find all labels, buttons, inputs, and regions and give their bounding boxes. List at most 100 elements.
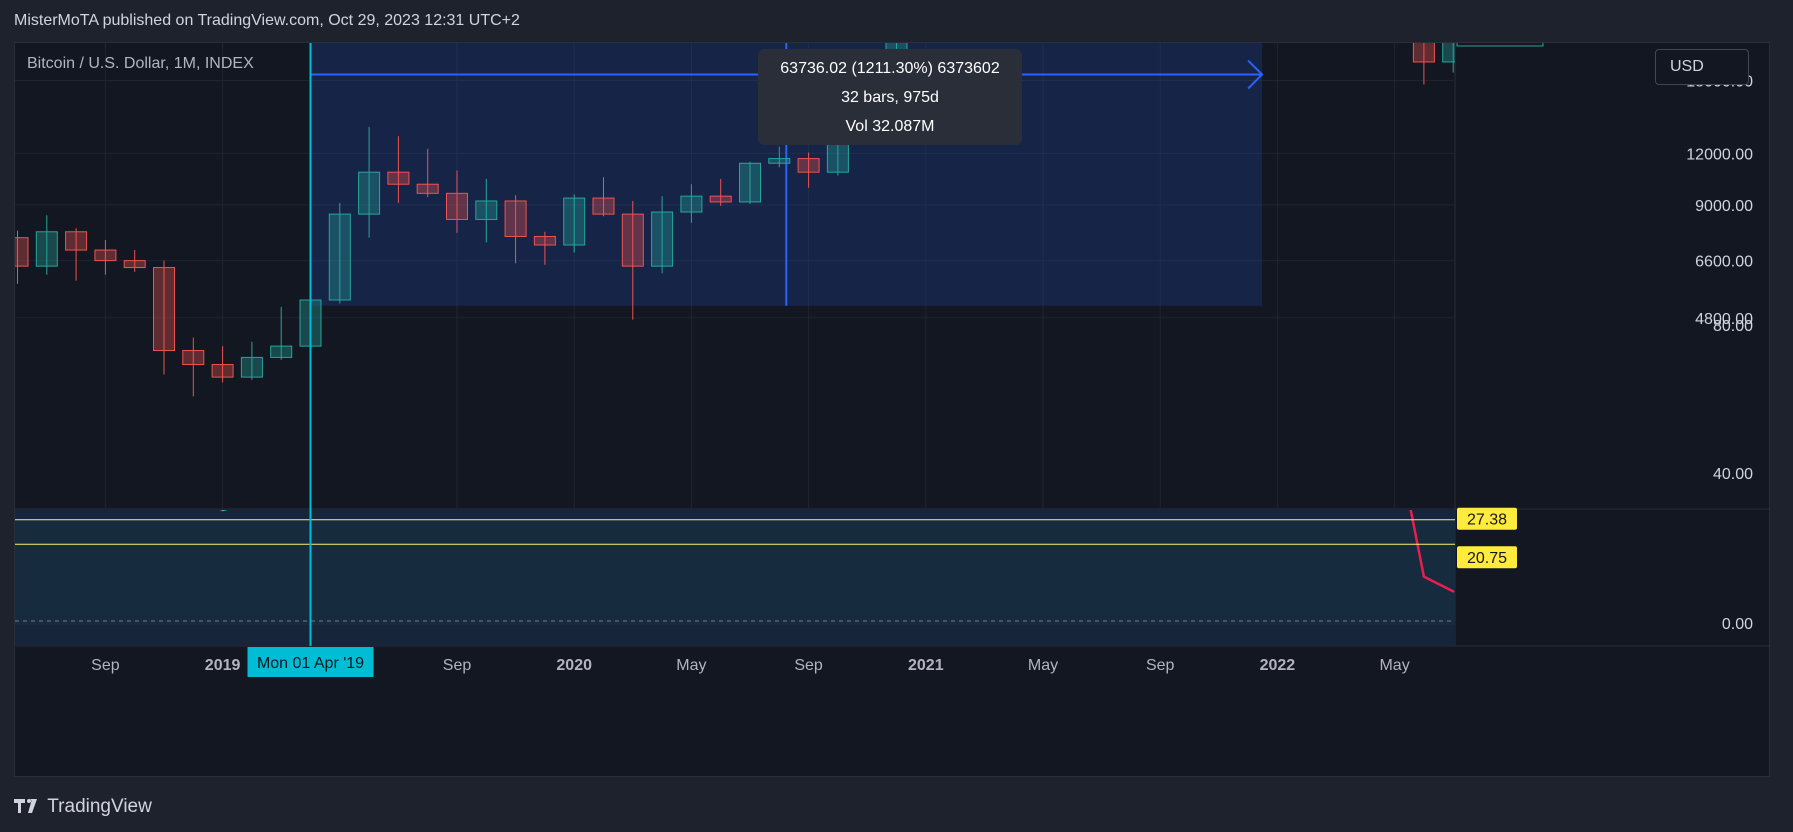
candle-body	[797, 158, 820, 173]
x-tick-label: Sep	[443, 657, 472, 674]
candle-body	[15, 237, 29, 267]
tradingview-logo-icon	[14, 797, 37, 813]
rsi-segment	[604, 381, 633, 474]
rsi-signal-segment	[1365, 273, 1394, 306]
rsi-segment	[633, 355, 662, 473]
rsi-signal-segment	[311, 443, 340, 484]
candle-body	[651, 211, 674, 267]
candle-body	[35, 231, 58, 267]
x-tick-label: 2019	[205, 657, 241, 674]
candle-body	[153, 267, 175, 352]
x-tick-label: Sep	[794, 657, 823, 674]
candle-body	[621, 213, 644, 267]
rsi-signal-segment	[779, 307, 808, 318]
candle-body	[94, 249, 117, 262]
x-tick-label: May	[676, 657, 706, 674]
candle-body	[504, 200, 527, 237]
candle-body	[211, 364, 234, 378]
x-tick-label: 2021	[908, 657, 944, 674]
candle-body	[768, 158, 791, 164]
rsi-segment	[164, 418, 193, 499]
currency-button[interactable]: USD	[1655, 49, 1749, 85]
rsi-segment	[1365, 295, 1394, 428]
rsi-signal-segment	[1424, 362, 1453, 421]
x-tick-label: Sep	[91, 657, 120, 674]
rsi-segment	[219, 510, 224, 512]
rsi-signal-segment	[369, 307, 398, 377]
rsi-signal-segment	[252, 484, 281, 495]
candle-body	[475, 200, 498, 220]
publisher-line: MisterMoTA published on TradingView.com,…	[14, 12, 520, 29]
candle-body	[358, 171, 381, 215]
chart-canvas[interactable]: Sep2019Sep2020MaySep2021MaySep2022May100…	[15, 43, 1769, 776]
brand-name: TradingView	[47, 796, 152, 817]
rsi-segment	[281, 418, 310, 492]
candle-body	[65, 231, 88, 251]
brand[interactable]: TradingView	[14, 796, 152, 818]
rsi-segment	[516, 303, 545, 370]
candle-body	[123, 260, 146, 269]
candle-body	[563, 197, 586, 246]
rsi-segment	[662, 307, 691, 355]
rsi-signal-segment	[750, 318, 779, 355]
candle-body	[328, 213, 351, 301]
candle-body	[182, 350, 205, 366]
candle-body	[533, 235, 556, 246]
rsi-signal-segment	[1307, 240, 1336, 255]
rsi-signal-segment	[633, 399, 662, 406]
rsi-signal-segment	[604, 347, 633, 399]
candle-body	[240, 356, 263, 378]
rsi-tick-label: 80.00	[1713, 318, 1753, 335]
rsi-level-label: 20.75	[1467, 550, 1507, 567]
rsi-segment	[1307, 240, 1336, 259]
y-tick-label: 12000.00	[1686, 146, 1753, 163]
candle-body	[592, 197, 615, 215]
rsi-level-label: 27.38	[1467, 512, 1507, 529]
rsi-segment	[486, 325, 515, 369]
candle-body	[680, 195, 703, 213]
y-tick-label: 9000.00	[1695, 198, 1753, 215]
rsi-signal-segment	[76, 214, 105, 233]
rsi-segment	[1277, 240, 1306, 251]
rsi-segment	[252, 492, 281, 503]
rsi-signal-segment	[281, 484, 310, 495]
x-tick-label: Sep	[1146, 657, 1175, 674]
x-tick-label: 2020	[556, 657, 592, 674]
rsi-segment	[105, 270, 134, 307]
candle-body	[1412, 43, 1435, 63]
symbol-title: Bitcoin / U.S. Dollar, 1M, INDEX	[27, 55, 254, 72]
rsi-signal-segment	[662, 369, 691, 406]
rsi-signal-segment	[545, 325, 574, 336]
chart-frame[interactable]: Sep2019Sep2020MaySep2021MaySep2022May100…	[14, 42, 1770, 777]
x-tick-label: 2022	[1260, 657, 1296, 674]
rsi-signal-segment	[721, 355, 750, 362]
x-tick-label: May	[1379, 657, 1409, 674]
measure-bars: 32 bars, 975d	[841, 89, 939, 106]
rsi-signal-segment	[691, 362, 720, 369]
rsi-tick-label: 40.00	[1713, 466, 1753, 483]
rsi-panel-background	[15, 509, 1455, 646]
rsi-signal-segment	[223, 447, 252, 484]
candle-body	[387, 171, 410, 185]
rsi-tick-label: 0.00	[1722, 616, 1753, 633]
x-tick-label: May	[1028, 657, 1058, 674]
measure-change: 63736.02 (1211.30%) 6373602	[780, 60, 1000, 77]
rsi-lower-zone	[15, 519, 1455, 625]
candle-body	[446, 192, 468, 220]
candle-body	[416, 183, 439, 194]
rsi-signal-segment	[193, 399, 222, 447]
measure-volume: Vol 32.087M	[845, 118, 935, 135]
rsi-signal-segment	[1336, 255, 1365, 274]
rsi-signal-segment	[340, 377, 369, 444]
candle-body	[739, 162, 761, 203]
y-tick-label: 6600.00	[1695, 254, 1753, 271]
measure-tooltip: 63736.02 (1211.30%) 6373602 32 bars, 975…	[758, 49, 1022, 145]
rsi-signal-segment	[1395, 307, 1424, 363]
crosshair-date-label: Mon 01 Apr '19	[257, 655, 364, 672]
candle-body	[709, 195, 732, 203]
rsi-segment	[1336, 258, 1365, 295]
candle-body	[270, 345, 293, 358]
rsi-signal-segment	[574, 336, 603, 347]
close-price-label: 23315.95	[1467, 43, 1534, 44]
rsi-signal-segment	[1277, 240, 1306, 251]
